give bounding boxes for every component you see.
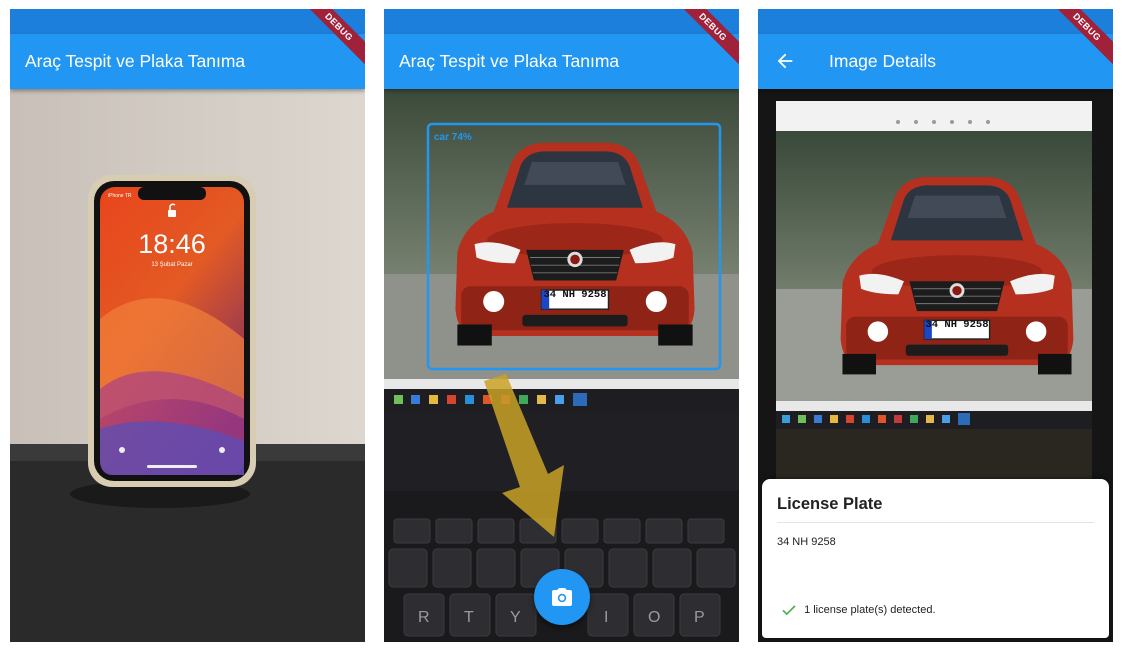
key-p: P (694, 609, 705, 626)
camera-preview[interactable]: iPhone TR 18:46 13 Şubat Pazar (10, 89, 365, 642)
status-bar (758, 9, 1113, 34)
app-bar: Araç Tespit ve Plaka Tanıma (384, 34, 739, 89)
key-t: T (464, 609, 474, 626)
screen-detection: Araç Tespit ve Plaka Tanıma DEBUG R T Y … (384, 9, 739, 642)
license-plate-sheet: License Plate 34 NH 9258 1 license plate… (762, 479, 1109, 638)
detection-status-text: 1 license plate(s) detected. (804, 604, 936, 616)
license-plate-value: 34 NH 9258 (777, 536, 836, 548)
sheet-title: License Plate (777, 495, 883, 513)
detection-label: car 74% (434, 132, 472, 143)
sheet-divider (777, 522, 1094, 523)
camera-preview-scene: iPhone TR 18:46 13 Şubat Pazar (10, 89, 365, 642)
screen-image-details: Image Details DEBUG 34 NH 9258 License P… (758, 9, 1113, 642)
detection-status: 1 license plate(s) detected. (780, 601, 936, 619)
lock-time: 18:46 (138, 229, 206, 259)
key-i: I (604, 609, 608, 626)
check-icon (782, 605, 796, 616)
key-y: Y (510, 609, 521, 626)
screen-camera-preview: Araç Tespit ve Plaka Tanıma DEBUG iPhone… (10, 9, 365, 642)
status-bar (10, 9, 365, 34)
capture-button[interactable] (534, 569, 590, 625)
arrow-back-icon[interactable] (774, 50, 796, 72)
app-bar-title: Image Details (829, 51, 936, 71)
plate-text: 34 NH 9258 (543, 289, 606, 301)
lock-date: 13 Şubat Pazar (151, 262, 192, 268)
key-o: O (648, 609, 660, 626)
camera-icon (552, 588, 572, 606)
app-bar: Araç Tespit ve Plaka Tanıma (10, 34, 365, 89)
key-r: R (418, 609, 430, 626)
camera-preview[interactable]: R T Y I O P 34 NH 9258 car 74% (384, 89, 739, 642)
detection-scene: R T Y I O P 34 NH 9258 car 74% (384, 89, 739, 642)
status-bar (384, 9, 739, 34)
lock-carrier: iPhone TR (108, 193, 132, 199)
app-bar-title: Araç Tespit ve Plaka Tanıma (25, 51, 246, 71)
app-bar-title: Araç Tespit ve Plaka Tanıma (399, 51, 620, 71)
app-bar: Image Details (758, 34, 1113, 89)
photo-plate-text: 34 NH 9258 (925, 319, 988, 331)
